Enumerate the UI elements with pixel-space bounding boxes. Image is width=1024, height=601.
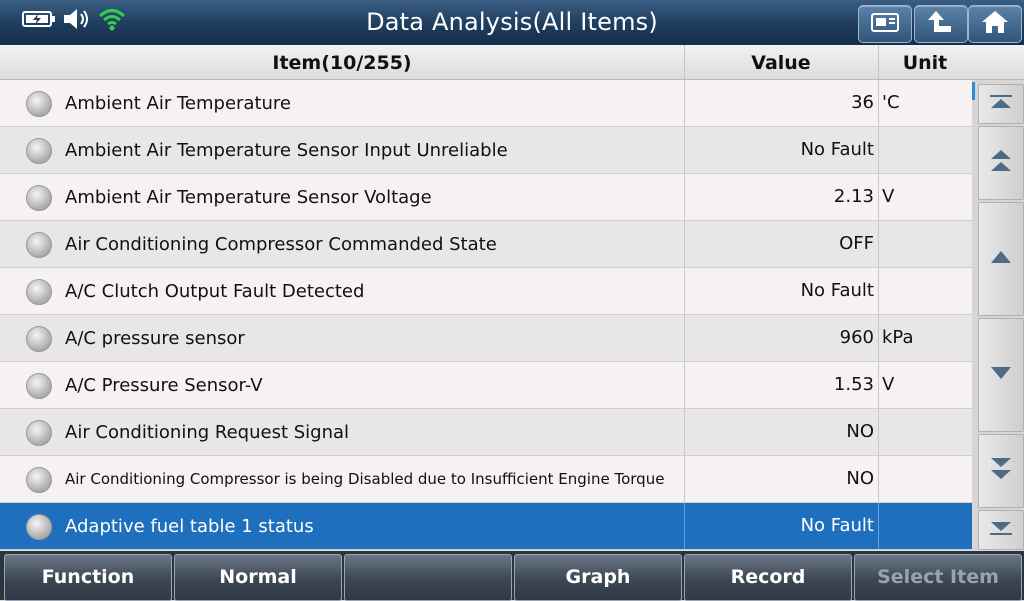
table-header: Item(10/255) Value Unit xyxy=(0,45,973,80)
row-radio-icon[interactable] xyxy=(26,420,52,446)
table-row[interactable]: A/C Clutch Output Fault Detected No Faul… xyxy=(0,268,972,315)
scroll-up-icon xyxy=(989,249,1013,269)
item-unit xyxy=(882,221,972,267)
scroll-position-indicator xyxy=(972,82,975,100)
item-value: OFF xyxy=(839,233,874,254)
screenshot-button[interactable] xyxy=(858,5,912,43)
scroll-bottom-button[interactable] xyxy=(978,510,1024,550)
table-row[interactable]: Ambient Air Temperature Sensor Voltage 2… xyxy=(0,174,972,221)
back-button[interactable] xyxy=(914,5,968,43)
function-button[interactable]: Function xyxy=(4,554,172,601)
home-icon xyxy=(980,9,1010,39)
item-unit xyxy=(882,456,972,502)
page-up-button[interactable] xyxy=(978,126,1024,200)
page-down-icon xyxy=(989,456,1013,486)
table-row[interactable]: A/C Pressure Sensor-V 1.53 V xyxy=(0,362,972,409)
row-radio-icon[interactable] xyxy=(26,232,52,258)
item-name: Air Conditioning Request Signal xyxy=(65,421,350,443)
item-name: A/C Pressure Sensor-V xyxy=(65,374,263,396)
table-row[interactable]: Ambient Air Temperature Sensor Input Unr… xyxy=(0,127,972,174)
row-radio-icon[interactable] xyxy=(26,138,52,164)
item-value: 36 xyxy=(851,92,874,113)
item-name: Ambient Air Temperature Sensor Input Unr… xyxy=(65,139,508,161)
item-value: 1.53 xyxy=(833,374,874,395)
item-unit: 'C xyxy=(882,92,900,113)
page-down-button[interactable] xyxy=(978,434,1024,508)
record-button[interactable]: Record xyxy=(684,554,852,601)
table-row[interactable]: A/C pressure sensor 960 kPa xyxy=(0,315,972,362)
back-arrow-icon xyxy=(926,9,956,39)
item-name: Adaptive fuel table 1 status xyxy=(65,515,314,537)
row-radio-icon[interactable] xyxy=(26,514,52,540)
row-radio-icon[interactable] xyxy=(26,279,52,305)
column-header-value: Value xyxy=(684,45,879,79)
item-value: NO xyxy=(846,421,874,442)
item-value: 960 xyxy=(839,327,874,348)
header-corner xyxy=(972,45,1024,80)
scroll-top-icon xyxy=(989,94,1013,114)
item-unit xyxy=(882,127,972,173)
item-unit xyxy=(882,409,972,455)
scroll-bottom-icon xyxy=(989,520,1013,540)
item-value: 2.13 xyxy=(833,186,874,207)
normal-button[interactable]: Normal xyxy=(174,554,342,601)
item-value: No Fault xyxy=(800,280,874,301)
item-name: Air Conditioning Compressor is being Dis… xyxy=(65,469,665,488)
row-radio-icon[interactable] xyxy=(26,326,52,352)
bottom-toolbar: Function Normal Graph Record Select Item xyxy=(0,551,1024,601)
page-up-icon xyxy=(989,148,1013,178)
item-value: No Fault xyxy=(800,515,874,536)
scroll-down-button[interactable] xyxy=(978,318,1024,432)
item-name: Ambient Air Temperature Sensor Voltage xyxy=(65,186,432,208)
item-unit: kPa xyxy=(882,327,914,348)
table-row-selected[interactable]: Adaptive fuel table 1 status No Fault xyxy=(0,503,972,550)
scroll-top-button[interactable] xyxy=(978,84,1024,124)
item-unit xyxy=(882,268,972,314)
empty-button[interactable] xyxy=(344,554,512,601)
graph-button[interactable]: Graph xyxy=(514,554,682,601)
scroll-up-button[interactable] xyxy=(978,202,1024,316)
row-radio-icon[interactable] xyxy=(26,373,52,399)
item-unit: V xyxy=(882,374,895,395)
row-radio-icon[interactable] xyxy=(26,185,52,211)
table-row[interactable]: Air Conditioning Compressor Commanded St… xyxy=(0,221,972,268)
table-row[interactable]: Ambient Air Temperature 36 'C xyxy=(0,80,972,127)
item-unit: V xyxy=(882,186,895,207)
column-header-item: Item(10/255) xyxy=(0,45,685,79)
scroll-down-icon xyxy=(989,365,1013,385)
data-table: Ambient Air Temperature 36 'C Ambient Ai… xyxy=(0,80,972,550)
item-value: No Fault xyxy=(800,139,874,160)
item-unit xyxy=(882,503,972,549)
scroll-panel xyxy=(972,80,1024,550)
column-header-unit: Unit xyxy=(878,45,973,79)
table-row[interactable]: Air Conditioning Compressor is being Dis… xyxy=(0,456,972,503)
select-item-button[interactable]: Select Item xyxy=(854,554,1022,601)
row-radio-icon[interactable] xyxy=(26,467,52,493)
item-name: Air Conditioning Compressor Commanded St… xyxy=(65,233,497,255)
home-button[interactable] xyxy=(968,5,1022,43)
screenshot-icon xyxy=(870,11,900,37)
item-name: A/C pressure sensor xyxy=(65,327,245,349)
item-name: Ambient Air Temperature xyxy=(65,92,291,114)
item-name: A/C Clutch Output Fault Detected xyxy=(65,280,365,302)
table-row[interactable]: Air Conditioning Request Signal NO xyxy=(0,409,972,456)
title-bar: Data Analysis(All Items) xyxy=(0,0,1024,45)
row-radio-icon[interactable] xyxy=(26,91,52,117)
item-value: NO xyxy=(846,468,874,489)
